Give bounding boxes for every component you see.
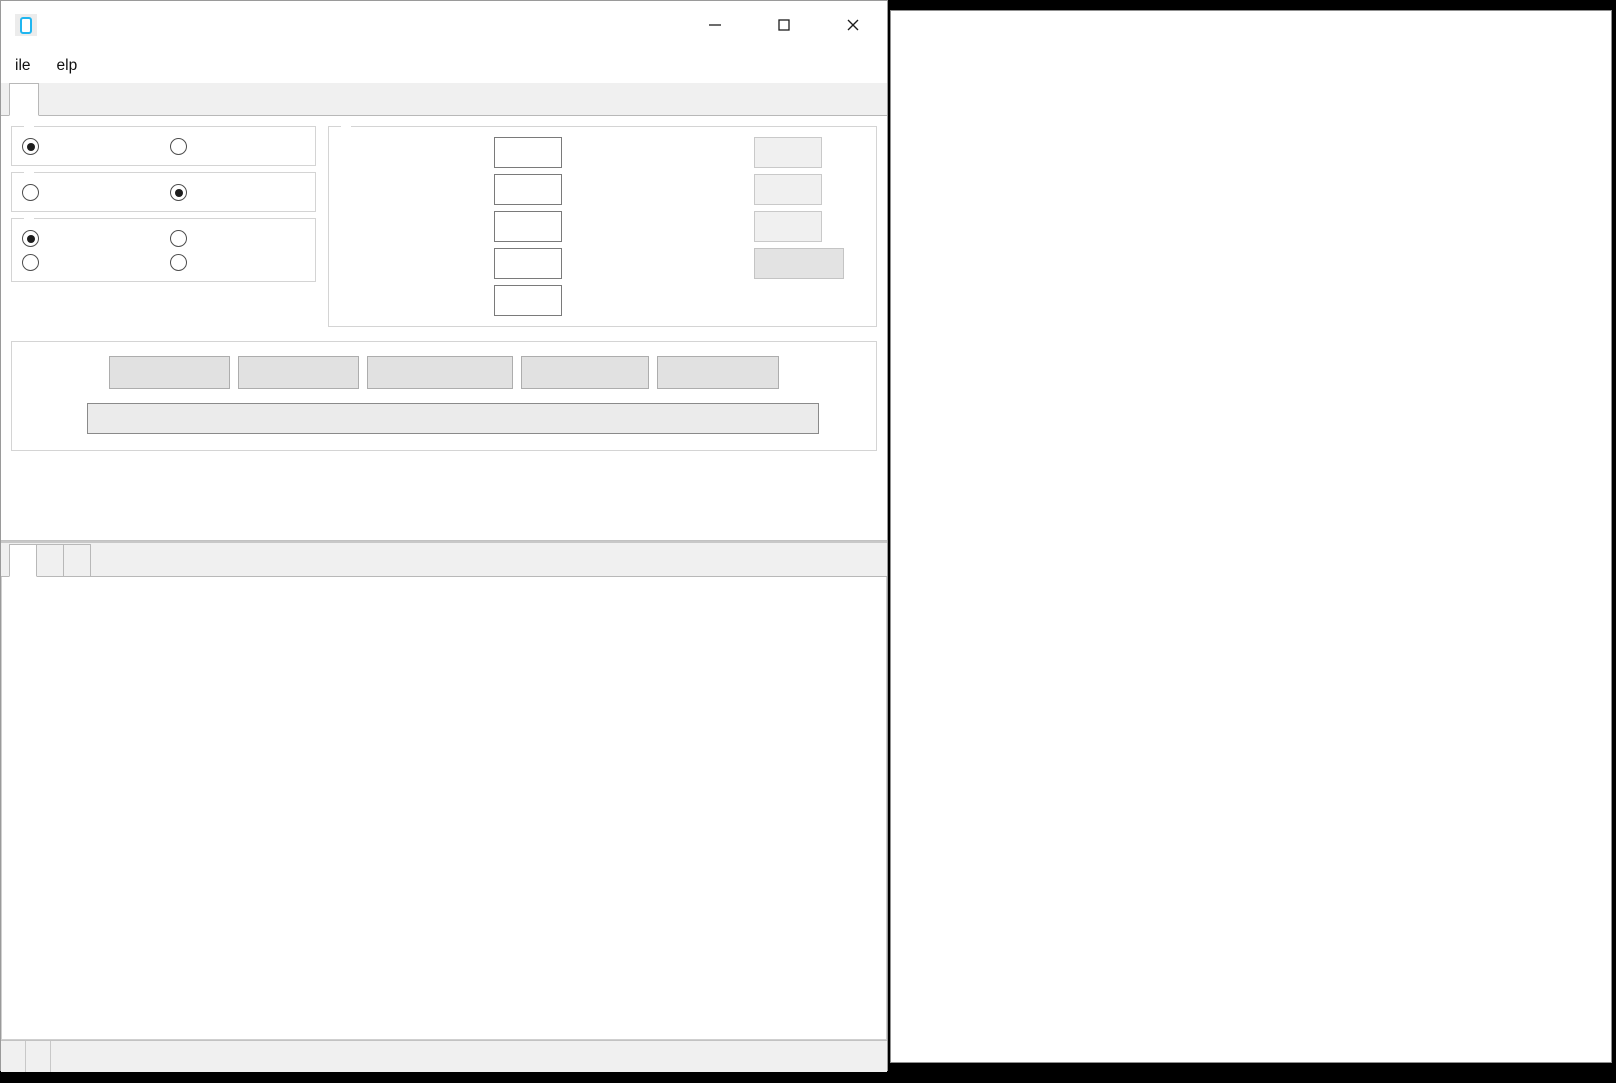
radio-indicator <box>170 254 187 271</box>
radio-activation-method-boltzmann[interactable] <box>22 254 170 271</box>
input-end-voltage[interactable] <box>494 248 562 279</box>
path-input[interactable] <box>87 403 819 434</box>
set-path-button[interactable] <box>109 356 230 389</box>
plot-panel <box>1 541 887 1041</box>
window-controls <box>680 1 887 49</box>
activation-region-group <box>11 172 316 212</box>
input-boltzmann-offset[interactable] <box>754 211 822 242</box>
minimize-icon[interactable] <box>680 1 749 49</box>
action-button-row <box>22 356 866 389</box>
stop-button[interactable] <box>657 356 779 389</box>
input-start-voltage[interactable] <box>494 211 562 242</box>
chart-mini-scans-per-voltage <box>891 11 1611 356</box>
activation-panel <box>1 116 887 541</box>
menu-bar: ile elp <box>1 49 887 83</box>
close-icon[interactable] <box>818 1 887 49</box>
input-exponential-increment[interactable] <box>754 174 822 205</box>
input-scans-per-voltage[interactable] <box>494 137 562 168</box>
menu-help-rest: elp <box>56 57 78 74</box>
input-scan-time[interactable] <box>494 174 562 205</box>
tab-activation[interactable] <box>9 83 39 116</box>
radio-indicator <box>22 184 39 201</box>
radio-activation-region-trap[interactable] <box>170 184 195 201</box>
status-bar <box>1 1040 887 1073</box>
main-chart-area <box>1 577 887 1041</box>
go-button[interactable] <box>521 356 649 389</box>
status-current-method <box>51 1041 75 1072</box>
title-bar <box>1 1 887 49</box>
tab-collision-voltage-steps[interactable] <box>63 544 91 576</box>
menu-file-rest: ile <box>15 57 31 74</box>
calculate-button[interactable] <box>238 356 359 389</box>
path-row <box>22 403 866 434</box>
status-acq-time <box>1 1041 25 1072</box>
left-options-column <box>11 126 316 333</box>
secondary-plot-panel <box>890 10 1612 1063</box>
radio-ion-polarity-positive[interactable] <box>22 138 170 155</box>
menu-item-file[interactable]: ile <box>13 55 33 77</box>
menu-item-help[interactable]: elp <box>55 55 80 77</box>
radio-indicator <box>22 138 39 155</box>
chart-mini-collision-voltage-steps <box>891 701 1611 1046</box>
radio-activation-method-linear[interactable] <box>22 230 170 247</box>
plot-tabstrip <box>1 543 887 577</box>
origami-ms-window: ile elp <box>0 0 888 1073</box>
save-parameters-button[interactable] <box>367 356 513 389</box>
ion-polarity-group <box>11 126 316 166</box>
input-exponential-percent[interactable] <box>754 137 822 168</box>
radio-indicator <box>22 230 39 247</box>
radio-indicator <box>170 230 187 247</box>
radio-activation-method-user-defined[interactable] <box>170 254 195 271</box>
action-box <box>11 341 877 451</box>
tab-acquisition-time[interactable] <box>36 544 64 576</box>
radio-indicator <box>170 138 187 155</box>
radio-activation-method-exponential[interactable] <box>170 230 195 247</box>
chart-mini-accumulated-time <box>891 356 1611 701</box>
activation-method-group <box>11 218 316 282</box>
screen: ile elp <box>0 0 1616 1083</box>
radio-indicator <box>22 254 39 271</box>
tab-scans-per-voltage[interactable] <box>9 544 37 577</box>
radio-ion-polarity-negative[interactable] <box>170 138 195 155</box>
input-step-voltage[interactable] <box>494 285 562 316</box>
radio-indicator <box>170 184 187 201</box>
load-list-button[interactable] <box>754 248 844 279</box>
maximize-icon[interactable] <box>749 1 818 49</box>
chart-scans-per-voltage <box>2 577 886 1039</box>
origami-parameters-group <box>328 126 877 327</box>
main-tabstrip <box>1 83 887 116</box>
radio-activation-region-cone[interactable] <box>22 184 170 201</box>
app-icon <box>15 14 37 36</box>
status-steps <box>26 1041 50 1072</box>
